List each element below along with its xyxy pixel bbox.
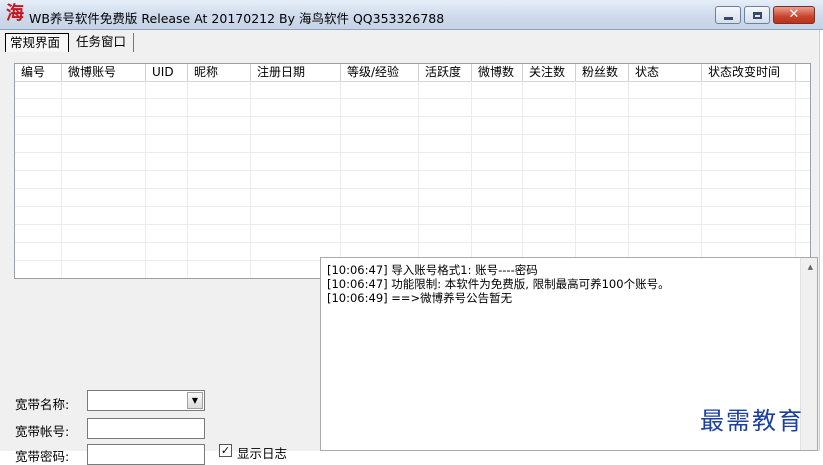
column-header-uid[interactable]: UID <box>146 64 188 81</box>
broadband-account-input[interactable] <box>87 418 205 439</box>
log-line: [10:06:49] ==>微博养号公告暂无 <box>327 291 513 305</box>
grid-line <box>418 81 419 278</box>
maximize-button[interactable] <box>744 6 770 24</box>
grid-line <box>701 81 702 278</box>
broadband-account-label: 宽带帐号: <box>15 424 70 439</box>
grid-line <box>15 242 810 243</box>
scroll-up-arrow-icon[interactable]: ▲ <box>808 263 813 271</box>
grid-line <box>15 116 810 117</box>
title-bar: 海 WB养号软件免费版 Release At 20170212 By 海鸟软件 … <box>0 0 823 30</box>
grid-line <box>61 81 62 278</box>
main-panel: 常规界面 任务窗口 编号 微博账号 UID 昵称 注册日期 等级/经验 活跃度 … <box>0 30 820 465</box>
grid-line <box>575 81 576 278</box>
app-logo-icon: 海 <box>6 3 24 24</box>
grid-line <box>15 170 810 171</box>
window-title: WB养号软件免费版 Release At 20170212 By 海鸟软件 QQ… <box>29 11 445 26</box>
column-header-id[interactable]: 编号 <box>15 64 62 81</box>
grid-line <box>15 98 810 99</box>
broadband-name-label: 宽带名称: <box>15 397 70 412</box>
grid-line <box>15 188 810 189</box>
column-header-status[interactable]: 状态 <box>629 64 702 81</box>
column-header-status-time[interactable]: 状态改变时间 <box>702 64 796 81</box>
watermark-text: 最需教育 <box>700 407 804 435</box>
show-log-label: 显示日志 <box>237 446 288 461</box>
broadband-name-select[interactable]: ▼ <box>87 390 205 411</box>
broadband-password-input[interactable] <box>87 444 205 465</box>
grid-line <box>471 81 472 278</box>
column-header-weibo-count[interactable]: 微博数 <box>472 64 523 81</box>
grid-line <box>187 81 188 278</box>
grid-line <box>250 81 251 278</box>
grid-line <box>15 134 810 135</box>
column-header-following[interactable]: 关注数 <box>523 64 576 81</box>
column-header-activity[interactable]: 活跃度 <box>419 64 472 81</box>
grid-line <box>15 206 810 207</box>
close-icon: ✕ <box>788 7 800 22</box>
grid-line <box>340 81 341 278</box>
grid-line <box>145 81 146 278</box>
broadband-password-label: 宽带密码: <box>15 449 70 464</box>
close-button[interactable]: ✕ <box>773 6 815 24</box>
column-header-level-exp[interactable]: 等级/经验 <box>341 64 419 81</box>
grid-line <box>522 81 523 278</box>
grid-line <box>15 152 810 153</box>
tab-tasks[interactable]: 任务窗口 <box>72 33 134 52</box>
tab-general[interactable]: 常规界面 <box>5 33 69 52</box>
minimize-icon <box>723 16 733 20</box>
grid-line <box>795 81 796 278</box>
column-header-weibo-account[interactable]: 微博账号 <box>62 64 146 81</box>
dropdown-arrow-icon[interactable]: ▼ <box>187 392 203 409</box>
minimize-button[interactable] <box>715 6 741 24</box>
account-table[interactable]: 编号 微博账号 UID 昵称 注册日期 等级/经验 活跃度 微博数 关注数 粉丝… <box>14 63 811 279</box>
grid-line <box>628 81 629 278</box>
column-header-register-date[interactable]: 注册日期 <box>251 64 341 81</box>
column-header-nickname[interactable]: 昵称 <box>188 64 251 81</box>
maximize-icon <box>752 11 762 19</box>
column-header-followers[interactable]: 粉丝数 <box>576 64 629 81</box>
table-header: 编号 微博账号 UID 昵称 注册日期 等级/经验 活跃度 微博数 关注数 粉丝… <box>15 64 810 82</box>
grid-line <box>15 224 810 225</box>
